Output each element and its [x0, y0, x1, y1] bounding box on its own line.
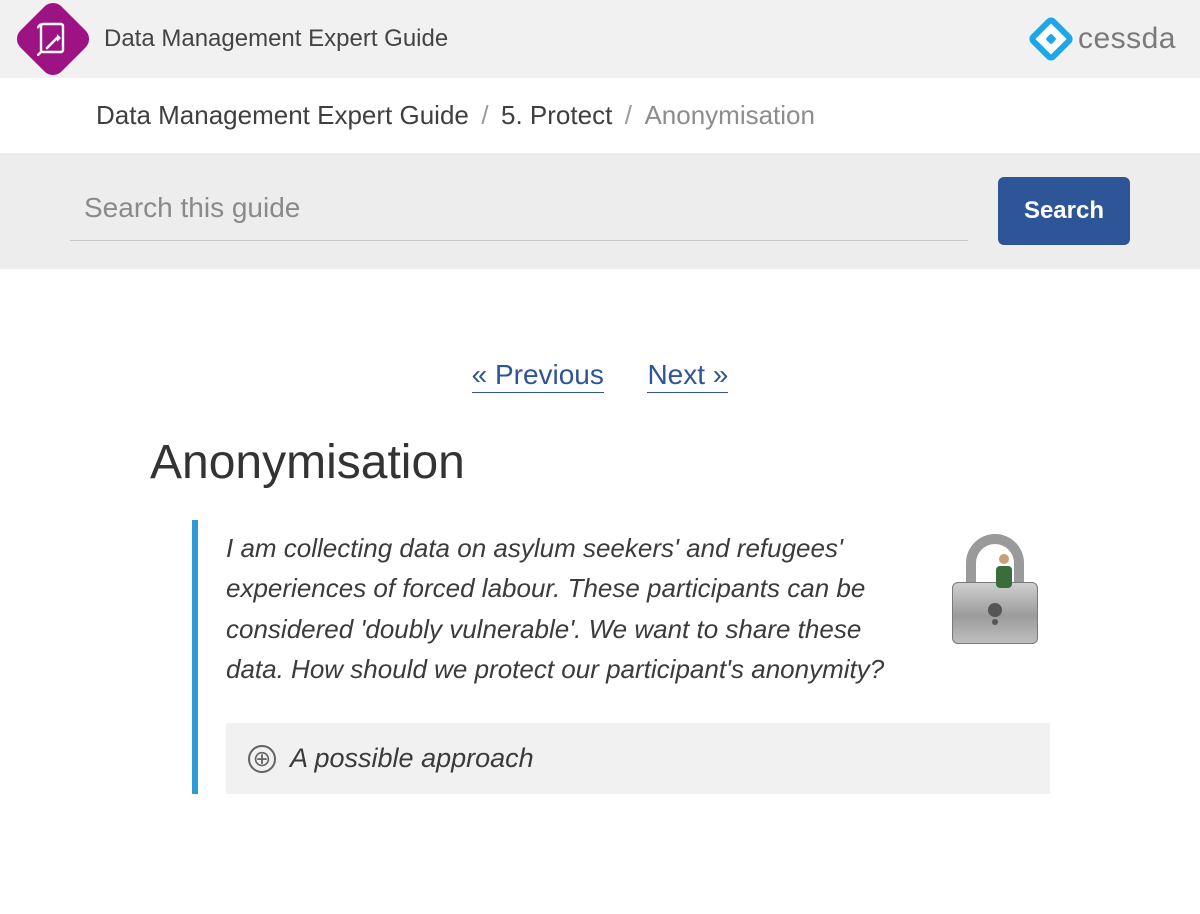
pager: « Previous Next » — [150, 359, 1050, 391]
top-bar: Data Management Expert Guide cessda — [0, 0, 1200, 78]
expand-icon: ⊕ — [248, 745, 276, 773]
quote-text: I am collecting data on asylum seekers' … — [226, 528, 910, 689]
breadcrumb-separator: / — [617, 100, 640, 130]
pager-next[interactable]: Next » — [647, 359, 728, 393]
main-content: « Previous Next » Anonymisation I am col… — [0, 269, 1200, 834]
padlock-illustration — [940, 528, 1050, 644]
breadcrumb-item-root[interactable]: Data Management Expert Guide — [96, 100, 469, 130]
padlock-icon — [952, 534, 1038, 644]
search-input[interactable] — [70, 182, 968, 241]
top-bar-left: Data Management Expert Guide — [24, 10, 448, 68]
site-title: Data Management Expert Guide — [104, 25, 448, 53]
search-bar: Search — [0, 153, 1200, 269]
brand-name: cessda — [1078, 22, 1176, 56]
approach-label: A possible approach — [290, 743, 534, 774]
quote-block: I am collecting data on asylum seekers' … — [192, 520, 1050, 794]
breadcrumb-separator: / — [473, 100, 496, 130]
approach-toggle[interactable]: ⊕ A possible approach — [226, 723, 1050, 794]
search-button[interactable]: Search — [998, 177, 1130, 245]
brand-area[interactable]: cessda — [1034, 22, 1176, 56]
breadcrumb: Data Management Expert Guide / 5. Protec… — [0, 78, 1200, 153]
brand-mark-icon — [1027, 15, 1075, 63]
breadcrumb-item-section[interactable]: 5. Protect — [501, 100, 612, 130]
pager-prev[interactable]: « Previous — [472, 359, 604, 393]
site-logo-icon — [12, 0, 94, 80]
breadcrumb-current: Anonymisation — [644, 100, 815, 130]
page-title: Anonymisation — [150, 435, 1050, 490]
